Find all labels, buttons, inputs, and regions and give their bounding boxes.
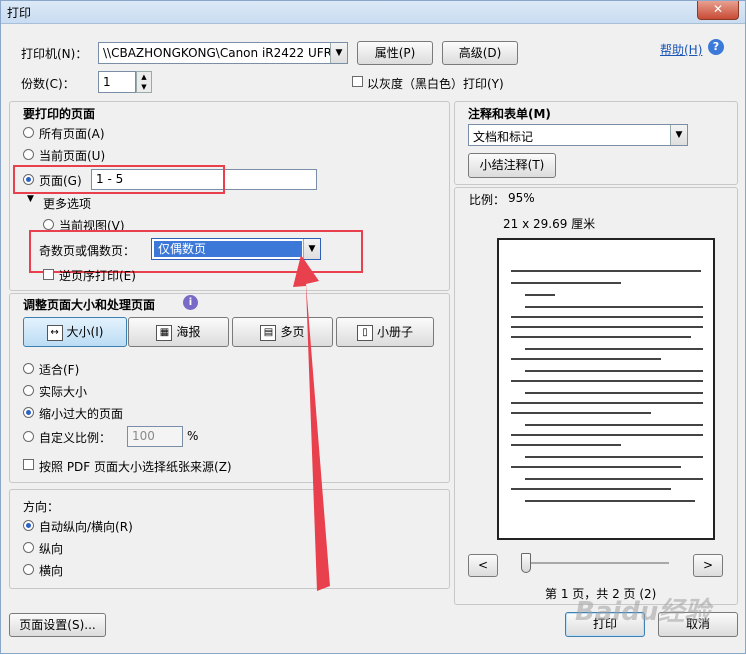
annotation-arrow — [293, 255, 330, 591]
print-dialog: 打印 ✕ 打印机(N)： \\CBAZHONGKONG\Canon iR2422… — [0, 0, 746, 654]
